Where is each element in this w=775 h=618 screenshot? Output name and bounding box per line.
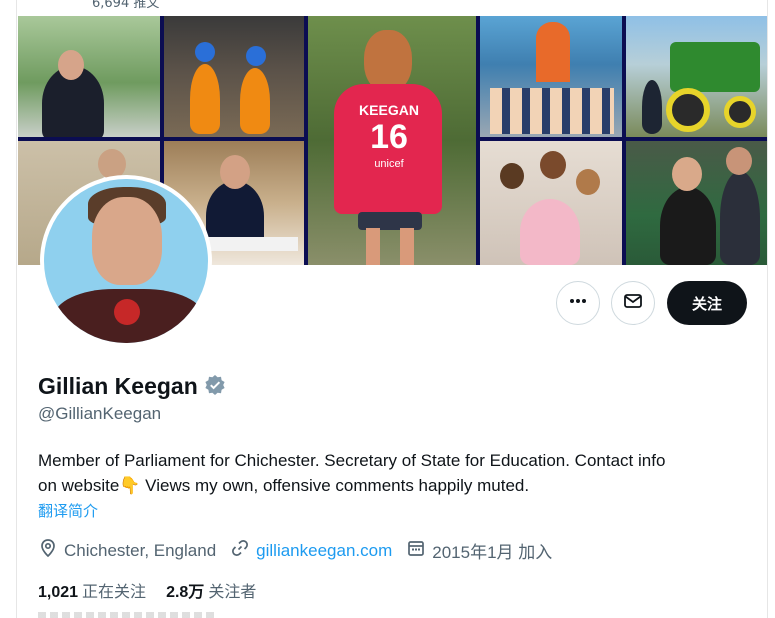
website-link[interactable]: gilliankeegan.com xyxy=(256,541,392,561)
follow-button[interactable]: 关注 xyxy=(667,281,747,325)
bio-line-2: on website👇 Views my own, offensive comm… xyxy=(38,473,758,498)
banner-photo-tractor xyxy=(626,16,767,137)
cut-off-text-row xyxy=(38,612,218,618)
profile-meta: Chichester, England gilliankeegan.com 20… xyxy=(38,538,566,563)
verified-badge-icon[interactable] xyxy=(204,374,226,400)
profile-name: Gillian Keegan xyxy=(38,373,198,399)
post-count: 6,694 推文 xyxy=(92,0,160,11)
more-icon xyxy=(568,291,588,315)
following-label: 正在关注 xyxy=(82,584,147,601)
jersey-number: 16 xyxy=(370,118,408,156)
profile-avatar[interactable] xyxy=(40,175,212,347)
banner-photo-construction xyxy=(164,16,304,137)
bio-line-2-start: on website xyxy=(38,476,120,495)
website-item: gilliankeegan.com xyxy=(230,538,392,563)
location-item: Chichester, England xyxy=(38,538,216,563)
banner-photo-greenhouse xyxy=(18,16,160,137)
bio-line-2-end: Views my own, offensive comments happily… xyxy=(140,476,530,495)
translate-bio-link[interactable]: 翻译简介 xyxy=(38,500,98,521)
followers-count: 2.8万 xyxy=(166,584,205,601)
calendar-icon xyxy=(406,538,426,563)
profile-handle: @GillianKeegan xyxy=(38,404,162,423)
followers-label: 关注者 xyxy=(208,584,257,601)
profile-bio: Member of Parliament for Chichester. Sec… xyxy=(38,448,758,498)
followers-stat[interactable]: 2.8万 关注者 xyxy=(166,578,256,602)
link-icon xyxy=(230,538,250,563)
follow-stats: 1,021 正在关注 2.8万 关注者 xyxy=(38,578,256,602)
location-text: Chichester, England xyxy=(64,540,217,560)
following-count: 1,021 xyxy=(38,584,79,601)
joined-text: 2015年1月 加入 xyxy=(432,543,553,562)
banner-photo-jersey: KEEGAN 16 unicef xyxy=(308,16,476,265)
location-pin-icon xyxy=(38,538,58,563)
following-stat[interactable]: 1,021 正在关注 xyxy=(38,578,146,602)
more-options-button[interactable] xyxy=(556,281,600,325)
bio-line-1: Member of Parliament for Chichester. Sec… xyxy=(38,451,666,470)
message-button[interactable] xyxy=(611,281,655,325)
jersey-brand: unicef xyxy=(374,158,404,170)
banner-photo-parliament xyxy=(626,141,767,265)
envelope-icon xyxy=(623,291,643,315)
jersey-name: KEEGAN xyxy=(359,102,419,118)
profile-name-row: Gillian Keegan xyxy=(38,373,226,400)
joined-item: 2015年1月 加入 xyxy=(406,538,552,563)
pointing-down-emoji-icon: 👇 xyxy=(119,476,141,495)
banner-photo-library xyxy=(480,16,622,137)
banner-photo-classroom xyxy=(480,141,622,265)
